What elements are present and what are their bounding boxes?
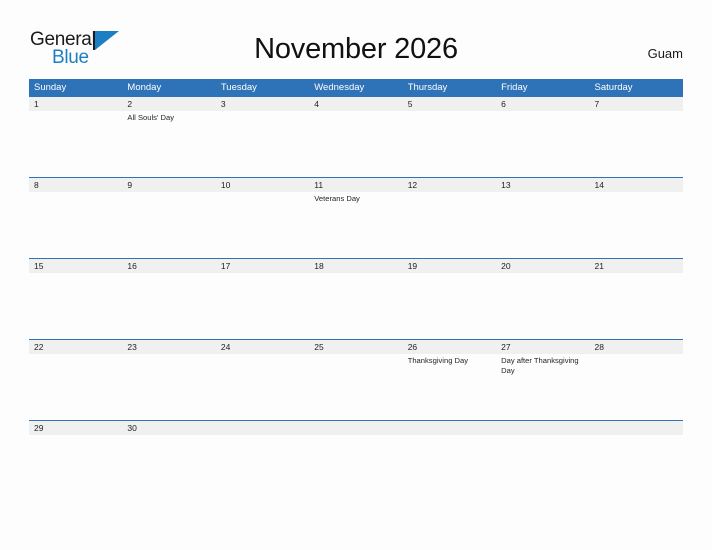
- day-number[interactable]: 26: [403, 340, 496, 354]
- day-number[interactable]: 28: [590, 340, 683, 354]
- day-event: All Souls' Day: [127, 113, 175, 122]
- day-event: [309, 111, 402, 177]
- day-number[interactable]: 23: [122, 340, 215, 354]
- day-event: [29, 354, 122, 420]
- day-number[interactable]: 4: [309, 97, 402, 111]
- weekday-header-thursday: Thursday: [407, 82, 448, 93]
- day-number[interactable]: 21: [590, 259, 683, 273]
- day-number[interactable]: 15: [29, 259, 122, 273]
- day-number[interactable]: 19: [403, 259, 496, 273]
- weekday-header-row: Sunday Monday Tuesday Wednesday Thursday…: [29, 79, 683, 96]
- day-event: [590, 111, 683, 177]
- day-number[interactable]: 1: [29, 97, 122, 111]
- page-title: November 2026: [254, 33, 458, 65]
- day-number[interactable]: 3: [216, 97, 309, 111]
- day-event: [496, 273, 589, 339]
- day-number[interactable]: 18: [309, 259, 402, 273]
- day-event: [403, 435, 496, 501]
- week-event-band: All Souls' Day: [29, 111, 683, 177]
- day-event: [216, 273, 309, 339]
- day-number[interactable]: 8: [29, 178, 122, 192]
- weekday-header-monday: Monday: [127, 82, 162, 93]
- week-row: 29 30: [29, 420, 683, 501]
- day-number-empty: [496, 421, 589, 435]
- day-event: [122, 435, 215, 501]
- day-event: [29, 273, 122, 339]
- locale-label: Guam: [647, 46, 683, 61]
- week-row: 15 16 17 18 19 20 21: [29, 258, 683, 339]
- day-event: [309, 273, 402, 339]
- day-number[interactable]: 9: [122, 178, 215, 192]
- weekday-header-sunday: Sunday: [34, 82, 67, 93]
- day-event: [122, 273, 215, 339]
- day-number[interactable]: 20: [496, 259, 589, 273]
- day-event: [496, 111, 589, 177]
- day-event: [29, 111, 122, 177]
- weekday-header-saturday: Saturday: [594, 82, 633, 93]
- weekday-header-tuesday: Tuesday: [220, 82, 257, 93]
- week-event-band: Veterans Day: [29, 192, 683, 258]
- day-number[interactable]: 11: [309, 178, 402, 192]
- week-row: 8 9 10 11 12 13 14 Veterans Day: [29, 177, 683, 258]
- day-event: [590, 192, 683, 258]
- day-event: [216, 192, 309, 258]
- day-number[interactable]: 16: [122, 259, 215, 273]
- page-header: General Blue November 2026 Guam: [0, 0, 712, 79]
- day-event: [29, 192, 122, 258]
- day-number[interactable]: 7: [590, 97, 683, 111]
- week-event-band: [29, 435, 683, 501]
- week-row: 22 23 24 25 26 27 28 Thanksgiving Day Da…: [29, 339, 683, 420]
- week-date-band: 8 9 10 11 12 13 14: [29, 177, 683, 192]
- day-number[interactable]: 5: [403, 97, 496, 111]
- day-event: Day after Thanksgiving Day: [501, 356, 579, 375]
- week-row: 1 2 3 4 5 6 7 All Souls' Day: [29, 96, 683, 177]
- day-event: [216, 354, 309, 420]
- day-number[interactable]: 13: [496, 178, 589, 192]
- calendar-grid: Sunday Monday Tuesday Wednesday Thursday…: [29, 79, 683, 501]
- week-date-band: 15 16 17 18 19 20 21: [29, 258, 683, 273]
- day-number[interactable]: 30: [122, 421, 215, 435]
- week-date-band: 29 30: [29, 420, 683, 435]
- day-number[interactable]: 27: [496, 340, 589, 354]
- day-number[interactable]: 10: [216, 178, 309, 192]
- day-number[interactable]: 6: [496, 97, 589, 111]
- day-event: [403, 111, 496, 177]
- week-date-band: 1 2 3 4 5 6 7: [29, 96, 683, 111]
- week-date-band: 22 23 24 25 26 27 28: [29, 339, 683, 354]
- day-event: [216, 111, 309, 177]
- day-event: [216, 435, 309, 501]
- day-number-empty: [590, 421, 683, 435]
- day-event: [309, 435, 402, 501]
- day-event: Thanksgiving Day: [407, 356, 469, 365]
- day-number[interactable]: 24: [216, 340, 309, 354]
- day-number[interactable]: 12: [403, 178, 496, 192]
- day-event: Veterans Day: [314, 194, 360, 203]
- day-number[interactable]: 25: [309, 340, 402, 354]
- day-event: [590, 435, 683, 501]
- day-event: [403, 192, 496, 258]
- weekday-header-wednesday: Wednesday: [314, 82, 365, 93]
- weekday-header-friday: Friday: [501, 82, 528, 93]
- week-event-band: [29, 273, 683, 339]
- day-event: [122, 192, 215, 258]
- day-event: [496, 192, 589, 258]
- day-number-empty: [403, 421, 496, 435]
- day-number-empty: [309, 421, 402, 435]
- day-number-empty: [216, 421, 309, 435]
- day-number[interactable]: 22: [29, 340, 122, 354]
- day-number[interactable]: 17: [216, 259, 309, 273]
- day-event: [590, 273, 683, 339]
- day-event: [122, 354, 215, 420]
- day-event: [403, 273, 496, 339]
- day-number[interactable]: 14: [590, 178, 683, 192]
- day-number[interactable]: 2: [122, 97, 215, 111]
- day-event: [496, 435, 589, 501]
- day-number[interactable]: 29: [29, 421, 122, 435]
- day-event: [29, 435, 122, 501]
- day-event: [309, 354, 402, 420]
- week-event-band: Thanksgiving Day Day after Thanksgiving …: [29, 354, 683, 420]
- day-event: [590, 354, 683, 420]
